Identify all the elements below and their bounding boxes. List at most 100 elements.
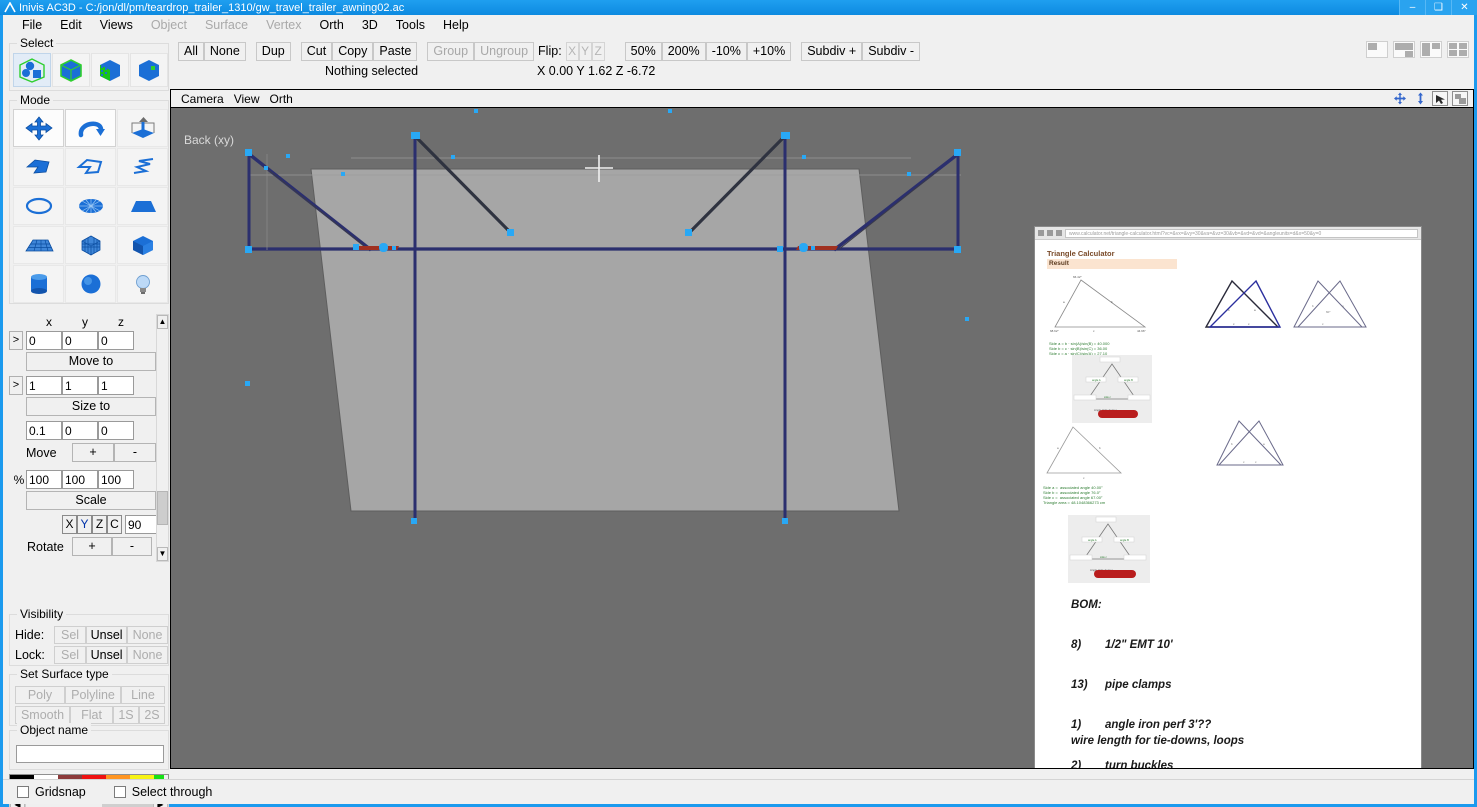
browser-url-bar: www.calculator.net/triangle-calculator.h… xyxy=(1065,228,1418,238)
gridsnap-checkbox-wrap[interactable]: Gridsnap xyxy=(17,785,86,799)
move-plus-button[interactable]: + xyxy=(72,443,114,462)
layout-four-pane-button[interactable] xyxy=(1447,41,1469,58)
scroll-down-arrow-icon[interactable]: ▼ xyxy=(157,547,168,561)
size-to-y-input[interactable] xyxy=(62,376,98,395)
rotate-tool-icon[interactable] xyxy=(65,109,116,147)
rotate-axis-z-toggle[interactable]: Z xyxy=(92,515,107,534)
size-to-x-input[interactable] xyxy=(26,376,62,395)
cylinder-icon[interactable] xyxy=(13,265,64,303)
rotate-axis-x-toggle[interactable]: X xyxy=(62,515,77,534)
select-none-button[interactable]: None xyxy=(203,41,246,61)
scale-button[interactable]: Scale xyxy=(26,491,156,510)
reference-image-panel[interactable]: www.calculator.net/triangle-calculator.h… xyxy=(1034,226,1422,768)
move-to-button[interactable]: Move to xyxy=(26,352,156,371)
bom-heading: BOM: xyxy=(1071,598,1102,611)
select-group-icon[interactable] xyxy=(13,53,51,87)
duplicate-button[interactable]: Dup xyxy=(255,41,291,61)
viewport-menu-orth[interactable]: Orth xyxy=(264,92,297,106)
layout-single-button[interactable] xyxy=(1366,41,1388,58)
disc-icon[interactable] xyxy=(65,187,116,225)
transform-panel-scrollbar[interactable]: ▲ ▼ xyxy=(156,314,169,562)
lock-unsel-button[interactable]: Unsel xyxy=(86,646,128,664)
minimize-button[interactable]: – xyxy=(1399,0,1425,15)
cube-icon[interactable] xyxy=(117,226,168,264)
select-vertex-icon[interactable] xyxy=(130,53,168,87)
menu-3d[interactable]: 3D xyxy=(353,16,387,34)
close-button[interactable]: ✕ xyxy=(1451,0,1477,15)
copy-button[interactable]: Copy xyxy=(332,41,374,61)
menu-views[interactable]: Views xyxy=(91,16,142,34)
gridsnap-checkbox[interactable] xyxy=(17,786,29,798)
plane-icon[interactable] xyxy=(117,187,168,225)
move-buttons-row: Move + - xyxy=(9,442,169,463)
scrollbar-thumb[interactable] xyxy=(157,491,168,525)
select-through-checkbox-wrap[interactable]: Select through xyxy=(113,785,212,799)
layout-three-pane-button[interactable] xyxy=(1420,41,1442,58)
polygon-filled-icon[interactable] xyxy=(13,148,64,186)
layout-two-pane-button[interactable] xyxy=(1393,41,1415,58)
menu-file[interactable]: File xyxy=(13,16,51,34)
move-delta-x-input[interactable] xyxy=(26,421,62,440)
paste-button[interactable]: Paste xyxy=(373,41,418,61)
move-to-x-input[interactable] xyxy=(26,331,62,350)
select-object-icon[interactable] xyxy=(52,53,90,87)
scale-percent-row: % xyxy=(9,469,169,490)
move-to-y-input[interactable] xyxy=(62,331,98,350)
move-delta-z-input[interactable] xyxy=(98,421,134,440)
scale-z-input[interactable] xyxy=(98,470,134,489)
menu-help[interactable]: Help xyxy=(434,16,478,34)
zoom-200-button[interactable]: 200% xyxy=(661,41,706,61)
viewport-menu-camera[interactable]: Camera xyxy=(176,92,229,106)
size-to-z-input[interactable] xyxy=(98,376,134,395)
ac3d-application-window: Inivis AC3D - C:/jon/dl/pm/teardrop_trai… xyxy=(0,0,1477,807)
rotate-axis-c-toggle[interactable]: C xyxy=(107,515,122,534)
zoom-plus-10-button[interactable]: +10% xyxy=(746,41,792,61)
cursor-arrow-icon[interactable] xyxy=(1432,91,1448,106)
hide-unsel-button[interactable]: Unsel xyxy=(86,626,128,644)
pan-icon[interactable] xyxy=(1392,91,1408,106)
rotate-minus-button[interactable]: - xyxy=(112,537,152,556)
sphere-icon[interactable] xyxy=(65,265,116,303)
model-canvas[interactable]: Back (xy) www.calculator.net/triangle-ca… xyxy=(171,109,1473,768)
subdiv-plus-button[interactable]: Subdiv + xyxy=(801,41,863,61)
subdiv-minus-button[interactable]: Subdiv - xyxy=(862,41,921,61)
move-delta-y-input[interactable] xyxy=(62,421,98,440)
menu-tools[interactable]: Tools xyxy=(387,16,434,34)
grid-plane-icon[interactable] xyxy=(13,226,64,264)
move-tool-icon[interactable] xyxy=(13,109,64,147)
menu-edit[interactable]: Edit xyxy=(51,16,91,34)
menu-orth[interactable]: Orth xyxy=(311,16,353,34)
move-to-expander[interactable]: > xyxy=(9,331,23,350)
polyline-icon[interactable] xyxy=(117,148,168,186)
select-through-checkbox[interactable] xyxy=(113,786,126,798)
rotate-axis-y-toggle[interactable]: Y xyxy=(77,515,92,534)
svg-text:side c: side c xyxy=(1100,555,1107,559)
select-surface-icon[interactable] xyxy=(91,53,129,87)
viewport-menu-view[interactable]: View xyxy=(229,92,265,106)
scale-y-input[interactable] xyxy=(62,470,98,489)
zoom-minus-10-button[interactable]: -10% xyxy=(705,41,747,61)
rotate-axis-row: X Y Z C xyxy=(9,514,169,535)
extrude-tool-icon[interactable] xyxy=(117,109,168,147)
move-to-z-input[interactable] xyxy=(98,331,134,350)
cut-button[interactable]: Cut xyxy=(300,41,333,61)
select-all-button[interactable]: All xyxy=(178,41,204,61)
lock-label: Lock: xyxy=(15,648,45,662)
rotate-plus-button[interactable]: + xyxy=(72,537,112,556)
size-to-button[interactable]: Size to xyxy=(26,397,156,416)
circle-icon[interactable] xyxy=(13,187,64,225)
toolbar-buttons-row: All None Dup Cut Copy Paste Group Ungrou… xyxy=(170,41,921,61)
maximize-pane-icon[interactable] xyxy=(1452,91,1468,106)
polygon-outline-icon[interactable] xyxy=(65,148,116,186)
size-to-expander[interactable]: > xyxy=(9,376,23,395)
zoom-50-button[interactable]: 50% xyxy=(624,41,662,61)
subdivided-cube-icon[interactable] xyxy=(65,226,116,264)
scroll-up-arrow-icon[interactable]: ▲ xyxy=(157,315,168,329)
scale-x-input[interactable] xyxy=(26,470,62,489)
maximize-button[interactable]: ❑ xyxy=(1425,0,1451,15)
vertical-move-icon[interactable] xyxy=(1412,91,1428,106)
move-minus-button[interactable]: - xyxy=(114,443,156,462)
object-name-input[interactable] xyxy=(16,745,164,763)
light-icon[interactable] xyxy=(117,265,168,303)
svg-text:68.62°: 68.62° xyxy=(1050,329,1060,333)
